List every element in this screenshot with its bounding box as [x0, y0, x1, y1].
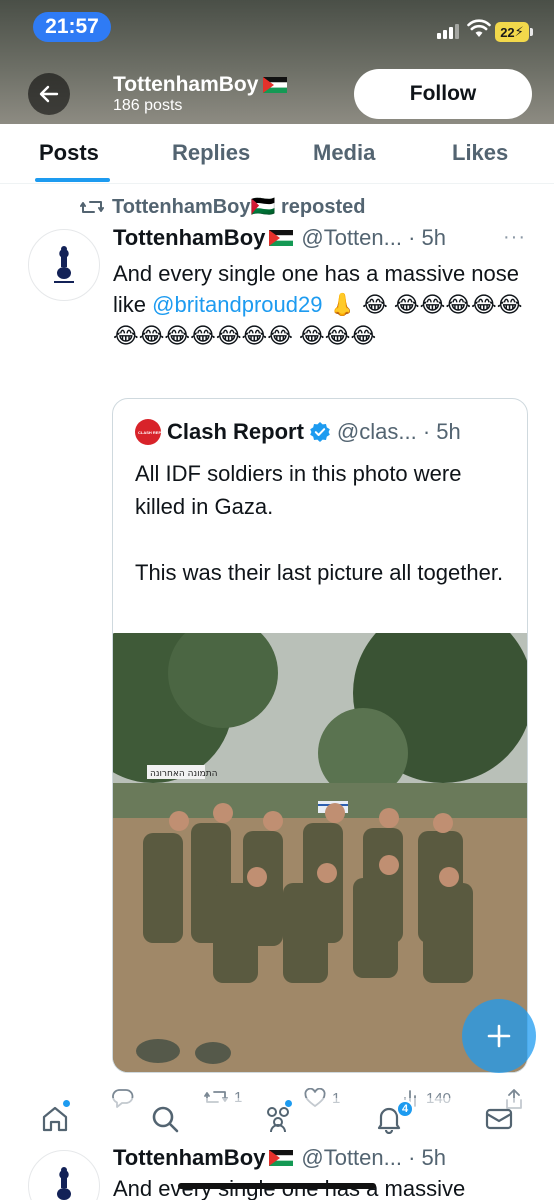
communities-unread-dot: [285, 1100, 292, 1107]
active-tab-indicator: [35, 178, 110, 182]
nav-home[interactable]: [40, 1104, 70, 1139]
quoted-text-line1: All IDF soldiers in this photo were kill…: [135, 461, 462, 519]
arrow-left-icon: [39, 85, 59, 103]
next-tweet-header: TottenhamBoy @Totten... · 5h: [113, 1145, 446, 1171]
palestine-flag-icon: [269, 1150, 294, 1166]
quoted-text-line2: This was their last picture all together…: [135, 560, 504, 585]
follow-button[interactable]: Follow: [354, 69, 532, 119]
tweet-handle-time: @Totten... · 5h: [301, 225, 446, 250]
plus-icon: [487, 1024, 511, 1048]
tab-posts[interactable]: Posts: [39, 140, 99, 166]
next-tweet-author-name[interactable]: TottenhamBoy: [113, 1145, 265, 1171]
quoted-handle-time: @clas... · 5h: [336, 419, 461, 444]
tab-media[interactable]: Media: [313, 140, 375, 166]
more-options-icon[interactable]: ···: [503, 226, 526, 249]
mail-icon: [485, 1108, 513, 1130]
status-time: 21:57: [33, 12, 111, 42]
tweet-author-name[interactable]: TottenhamBoy: [113, 225, 265, 251]
quoted-tweet-header: CLASH REPORT Clash Report @clas... · 5h: [135, 419, 461, 445]
profile-tabs: Posts Replies Media Likes: [0, 124, 554, 184]
notifications-badge: 4: [396, 1100, 414, 1118]
next-tweet-handle-time: @Totten... · 5h: [301, 1145, 446, 1170]
palestine-flag-icon: [263, 77, 288, 93]
battery-indicator: 22 ⚡: [495, 22, 533, 42]
group-photo-image: התמונה האחרונה: [113, 603, 527, 1072]
compose-post-button[interactable]: [462, 999, 536, 1073]
quoted-author-name: Clash Report: [167, 419, 304, 444]
repost-label: TottenhamBoy🇵🇸 reposted: [112, 196, 366, 218]
verified-badge-icon: [310, 422, 330, 442]
wifi-icon: [467, 19, 491, 37]
quoted-tweet[interactable]: CLASH REPORT Clash Report @clas... · 5h …: [112, 398, 528, 1073]
profile-header: 21:57 22 ⚡ TottenhamBoy 186 posts Follow: [0, 0, 554, 124]
profile-name-text: TottenhamBoy: [113, 73, 259, 96]
tab-replies[interactable]: Replies: [172, 140, 250, 166]
mention-link[interactable]: @britandproud29: [152, 292, 322, 317]
photo-caption: התמונה האחרונה: [150, 769, 218, 779]
quoted-tweet-text: All IDF soldiers in this photo were kill…: [135, 457, 515, 589]
battery-level: 22: [500, 24, 515, 40]
communities-icon: [267, 1107, 289, 1133]
clash-report-logo: CLASH REPORT: [135, 419, 170, 445]
spurs-crest-icon: [54, 246, 74, 283]
spurs-crest-icon: [57, 1167, 71, 1200]
home-icon: [42, 1106, 68, 1132]
clash-report-logo-text: CLASH REPORT: [138, 429, 170, 435]
home-indicator[interactable]: [178, 1183, 376, 1189]
tweet-header: TottenhamBoy @Totten... · 5h: [113, 225, 446, 251]
tweet-text: And every single one has a massive nose …: [113, 258, 533, 351]
avatar[interactable]: [28, 229, 100, 301]
nav-communities[interactable]: [262, 1104, 294, 1139]
repost-icon: [80, 200, 104, 213]
nav-search[interactable]: [150, 1104, 180, 1139]
repost-indicator[interactable]: TottenhamBoy🇵🇸 reposted: [80, 194, 365, 219]
bottom-navigation: [0, 1098, 554, 1146]
back-button[interactable]: [28, 73, 70, 115]
soldiers-photo[interactable]: התמונה האחרונה: [113, 603, 527, 1072]
cellular-signal-icon: [437, 24, 459, 39]
nav-messages[interactable]: [484, 1104, 514, 1139]
posts-count: 186 posts: [113, 97, 183, 114]
home-unread-dot: [63, 1100, 70, 1107]
search-icon: [152, 1106, 179, 1133]
profile-name: TottenhamBoy: [113, 73, 288, 97]
palestine-flag-icon: [269, 230, 294, 246]
tab-likes[interactable]: Likes: [452, 140, 508, 166]
avatar[interactable]: [28, 1150, 100, 1200]
